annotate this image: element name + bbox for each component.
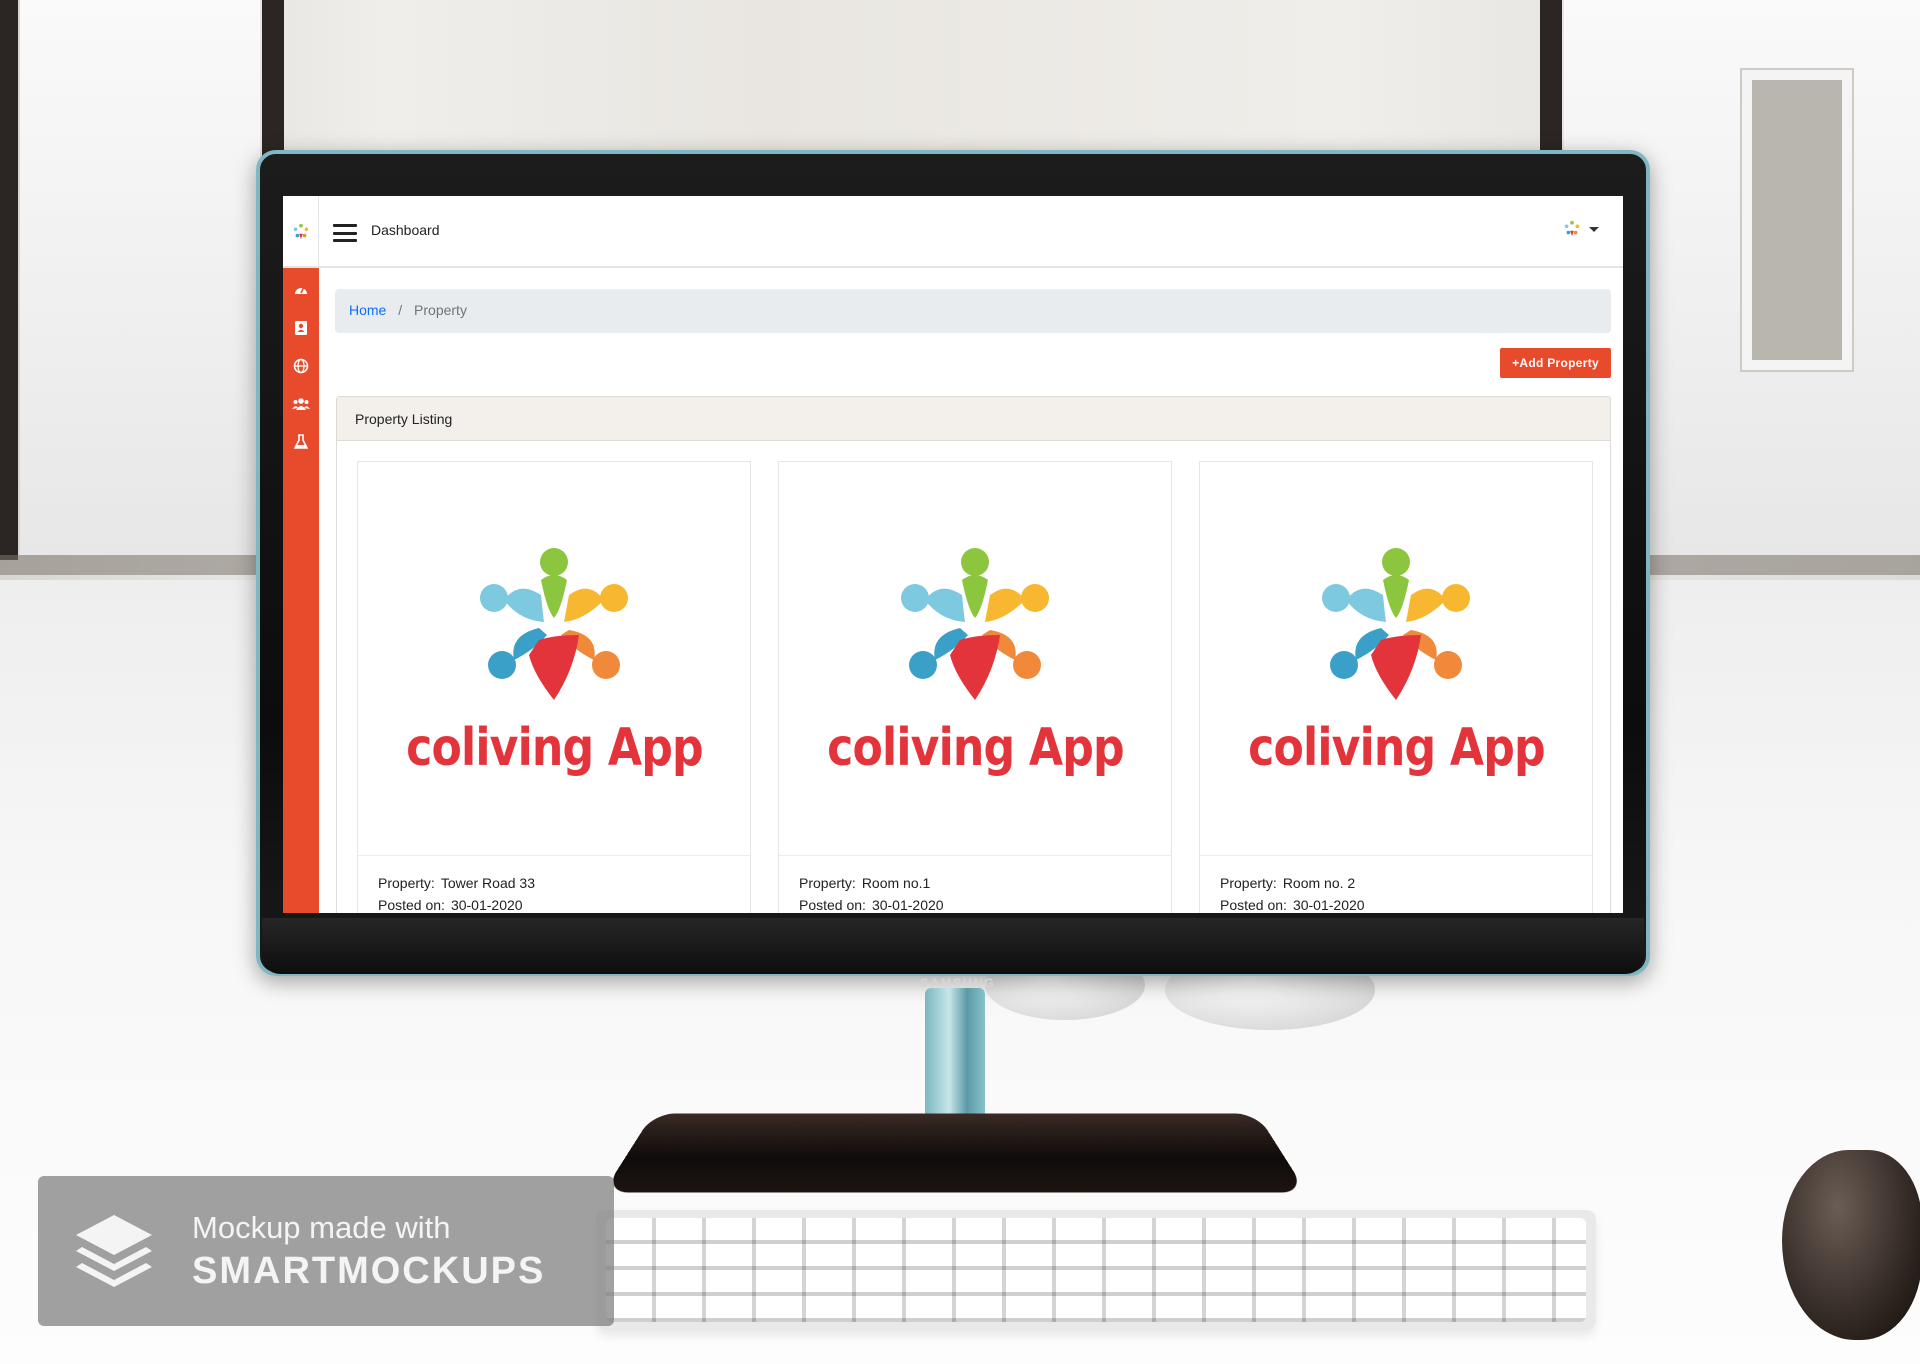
brand-wordmark: coliving App <box>1247 717 1545 778</box>
posted-label: Posted on: <box>799 897 866 913</box>
flask-icon[interactable] <box>291 432 311 452</box>
property-details: Property: Room no.1 Posted on: 30-01-2020 <box>779 856 1171 913</box>
coliving-logo-icon <box>901 547 1049 700</box>
smartmockups-watermark: Mockup made with SMARTMOCKUPS <box>38 1176 614 1326</box>
window-frame <box>0 0 18 560</box>
breadcrumb-home-link[interactable]: Home <box>349 302 386 318</box>
breadcrumb-separator: / <box>398 302 403 318</box>
avatar-logo-icon <box>1564 220 1580 237</box>
property-image: coliving App <box>358 462 750 856</box>
property-name: Room no.1 <box>861 875 931 891</box>
property-label: Property: <box>1220 875 1277 891</box>
app-screen: Dashboard Home / Property +Add Property … <box>283 196 1623 913</box>
property-card[interactable]: coliving App Property: Tower Road 33 Post… <box>357 461 751 913</box>
sidebar <box>283 268 319 913</box>
app-logo[interactable] <box>283 196 319 268</box>
logo-icon <box>293 223 308 240</box>
posted-label: Posted on: <box>378 897 445 913</box>
watermark-line1: Mockup made with <box>192 1209 451 1245</box>
page-title: Dashboard <box>371 222 440 238</box>
property-image: coliving App <box>779 462 1171 856</box>
brand-wordmark: coliving App <box>826 717 1124 778</box>
brand-wordmark: coliving App <box>405 717 703 778</box>
panel-title: Property Listing <box>337 397 1610 441</box>
property-details: Property: Tower Road 33 Posted on: 30-01-2… <box>358 856 750 913</box>
property-listing-panel: Property Listing coliving App Property: … <box>336 396 1611 913</box>
monitor-chin <box>262 918 1644 974</box>
property-name: Room no. 2 <box>1282 875 1356 891</box>
breadcrumb: Home / Property <box>335 289 1611 333</box>
property-label: Property: <box>799 875 856 891</box>
globe-icon[interactable] <box>291 356 311 376</box>
layers-icon <box>76 1215 152 1287</box>
breadcrumb-current: Property <box>414 302 467 318</box>
coliving-logo-icon <box>1322 547 1470 700</box>
users-icon[interactable] <box>291 394 311 414</box>
watermark-text: Mockup made with SMARTMOCKUPS <box>192 1210 545 1293</box>
property-card[interactable]: coliving App Property: Room no.1 Posted o… <box>778 461 1172 913</box>
posted-label: Posted on: <box>1220 897 1287 913</box>
speedometer-icon[interactable] <box>291 280 311 300</box>
monitor-stand-base <box>602 1113 1308 1193</box>
chevron-down-icon <box>1589 226 1599 232</box>
user-menu[interactable] <box>1563 220 1599 238</box>
watermark-line2: SMARTMOCKUPS <box>192 1249 546 1292</box>
posted-date: 30-01-2020 <box>871 897 944 913</box>
posted-date: 30-01-2020 <box>1292 897 1365 913</box>
posted-date: 30-01-2020 <box>450 897 523 913</box>
window-glass <box>20 0 260 555</box>
keyboard-keys <box>606 1218 1586 1322</box>
wall-picture <box>1742 70 1852 370</box>
property-cards: coliving App Property: Tower Road 33 Post… <box>357 461 1593 913</box>
coliving-logo-icon <box>480 547 628 700</box>
property-card[interactable]: coliving App Property: Room no. 2 Posted … <box>1199 461 1593 913</box>
property-image: coliving App <box>1200 462 1592 856</box>
add-property-button[interactable]: +Add Property <box>1500 348 1611 378</box>
menu-toggle-icon[interactable] <box>333 224 357 242</box>
property-label: Property: <box>378 875 435 891</box>
property-details: Property: Room no. 2 Posted on: 30-01-2020 <box>1200 856 1592 913</box>
property-name: Tower Road 33 <box>440 875 535 891</box>
topbar: Dashboard <box>283 196 1623 268</box>
address-book-icon[interactable] <box>291 318 311 338</box>
